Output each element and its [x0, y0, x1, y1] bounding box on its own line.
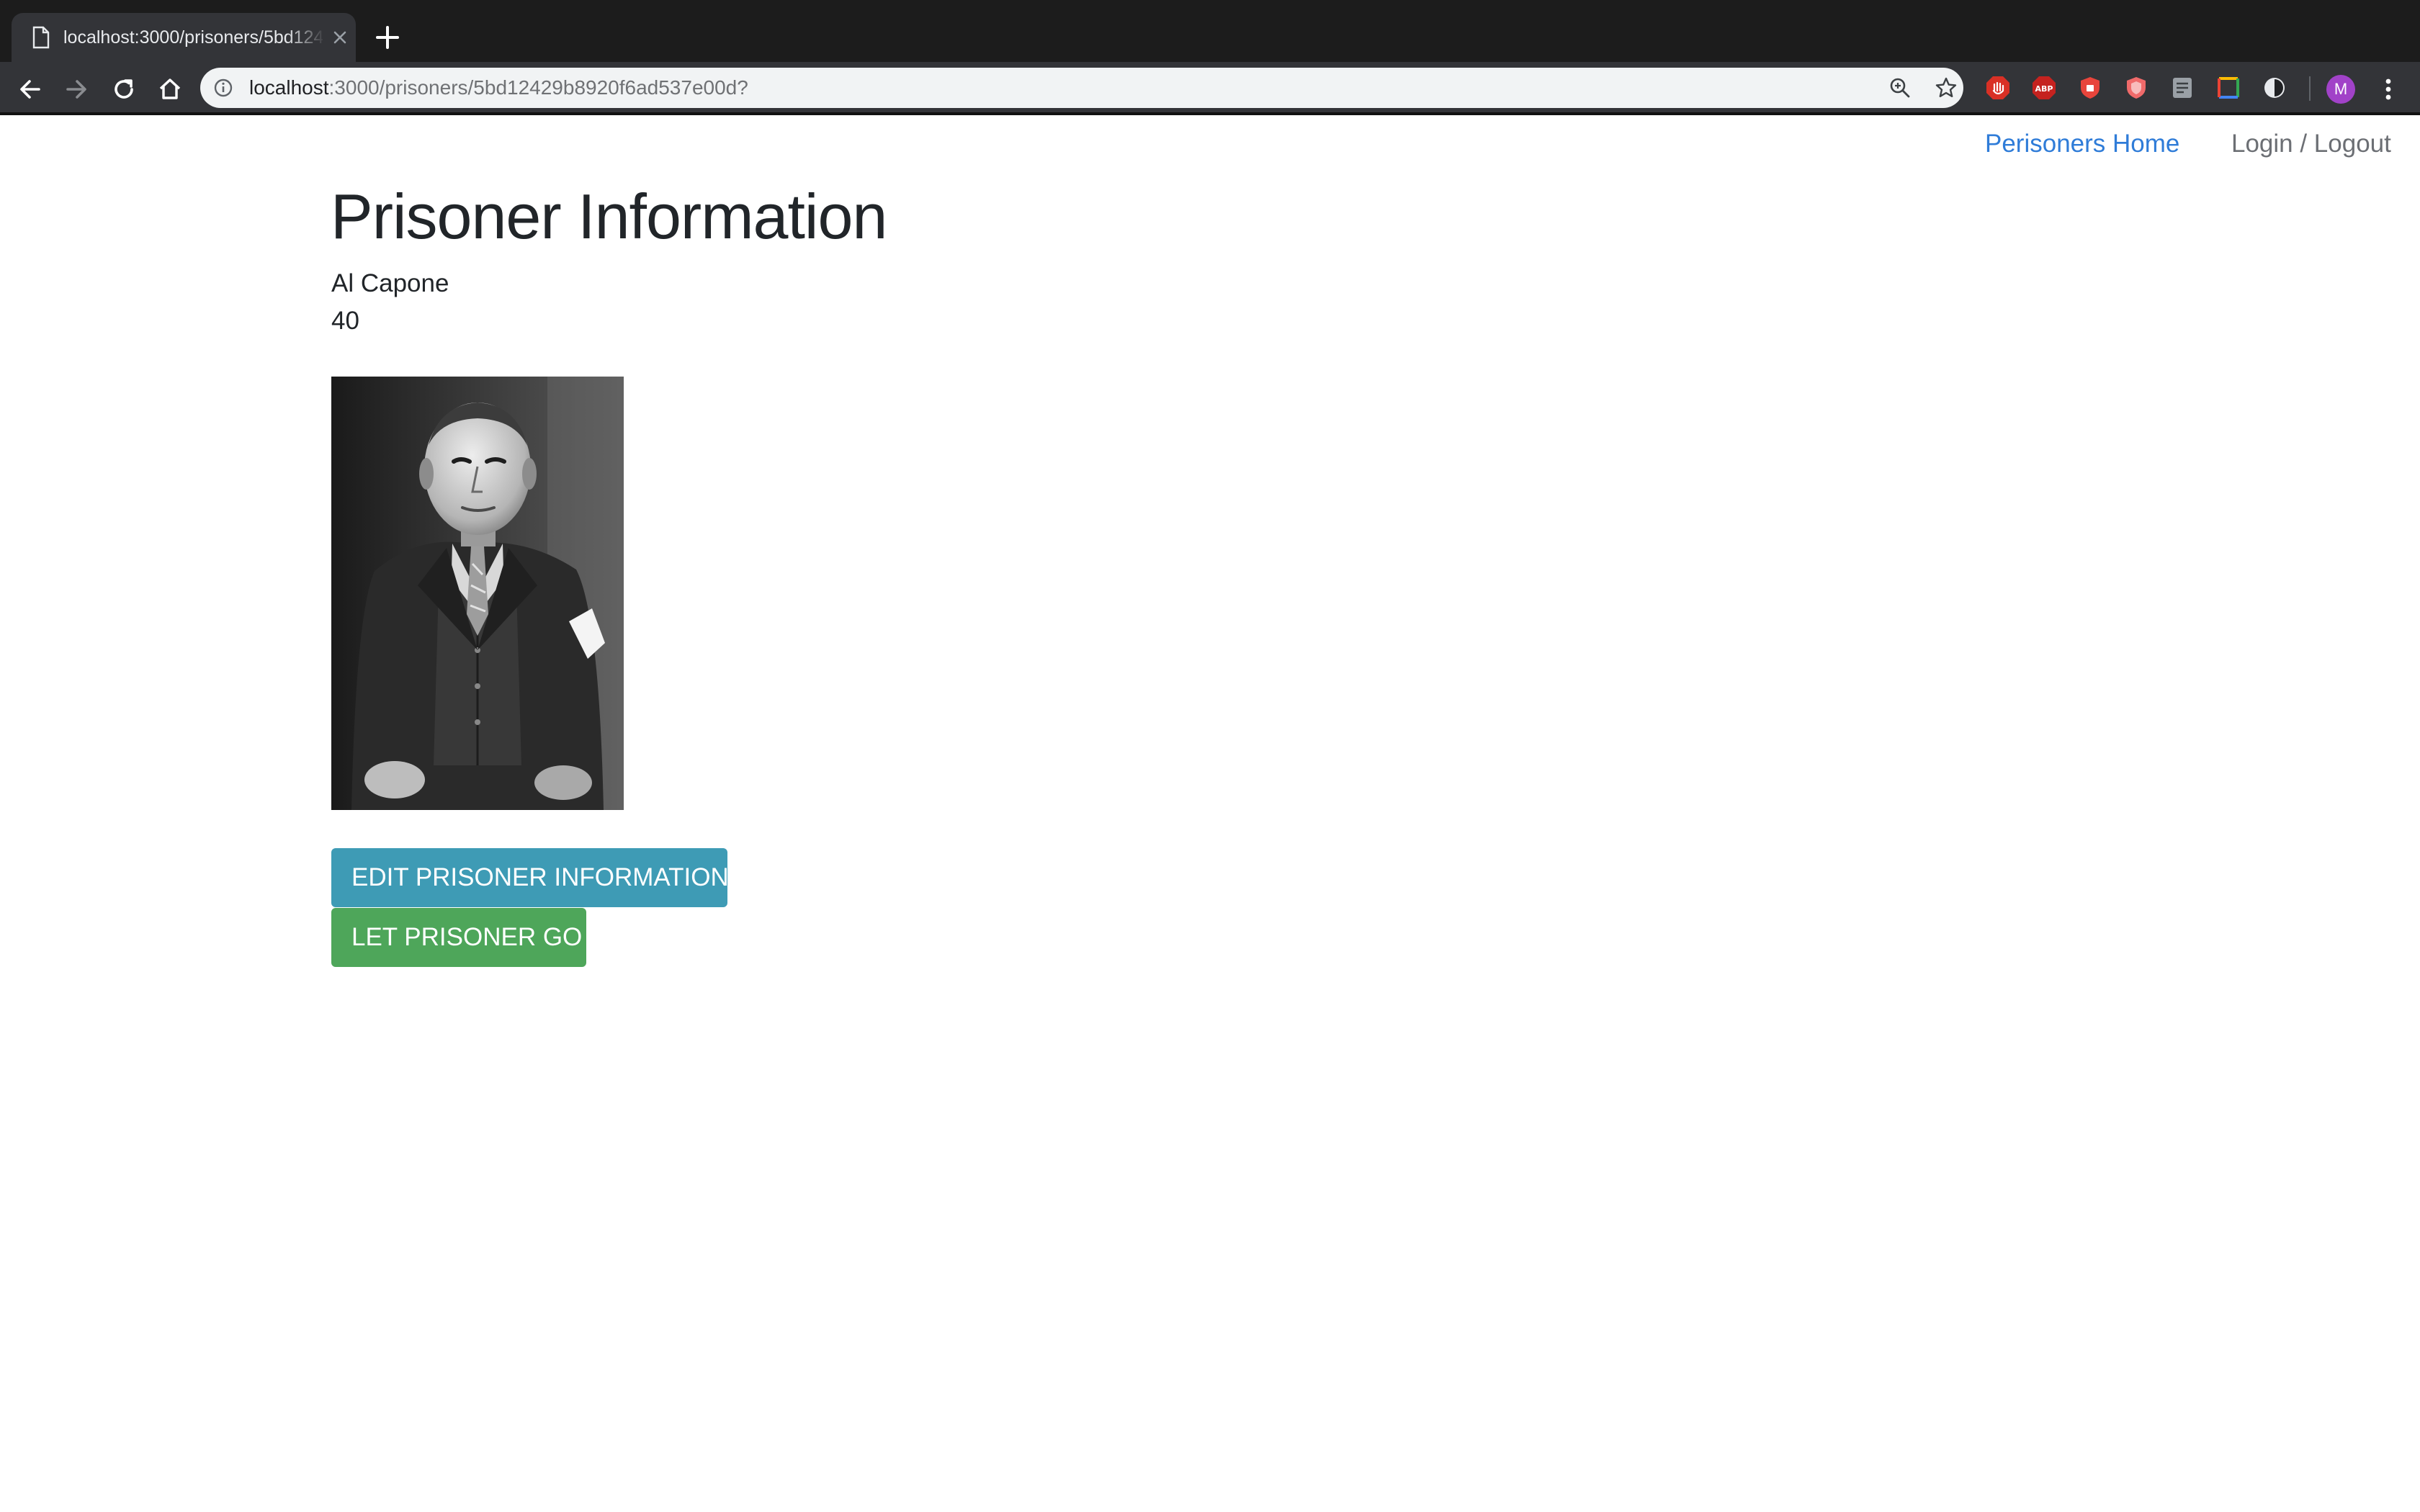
address-bar[interactable]: localhost:3000/prisoners/5bd12429b8920f6… — [200, 68, 1963, 108]
browser-toolbar: localhost:3000/prisoners/5bd12429b8920f6… — [0, 62, 2420, 115]
prisoner-photo — [331, 377, 624, 810]
dark-reader-icon[interactable] — [2262, 75, 2287, 101]
reload-icon[interactable] — [109, 75, 138, 104]
abp-icon[interactable]: ABP — [2031, 75, 2057, 101]
bookmark-star-icon[interactable] — [1935, 76, 1958, 99]
nav-home-link[interactable]: Perisoners Home — [1985, 130, 2179, 158]
adblock-icon[interactable] — [1985, 75, 2011, 101]
prisoner-name: Al Capone — [331, 269, 449, 297]
home-icon[interactable] — [156, 75, 184, 104]
more-vertical-icon[interactable] — [2378, 75, 2398, 104]
ublock-icon[interactable] — [2123, 75, 2149, 101]
url-text[interactable]: localhost:3000/prisoners/5bd12429b8920f6… — [249, 68, 748, 108]
tab-title-fade — [285, 13, 326, 62]
back-arrow-icon[interactable] — [16, 75, 45, 104]
new-tab-icon[interactable] — [373, 23, 402, 52]
edit-prisoner-button[interactable]: EDIT PRISONER INFORMATION — [331, 848, 729, 907]
page-title: Prisoner Information — [331, 181, 887, 252]
reader-icon[interactable] — [2169, 75, 2195, 101]
svg-text:ABP: ABP — [2035, 84, 2053, 94]
release-prisoner-button[interactable]: LET PRISONER GO — [331, 908, 586, 967]
privacy-badger-icon[interactable] — [2077, 75, 2103, 101]
profile-avatar[interactable]: M — [2326, 75, 2355, 104]
toolbar-separator — [2309, 76, 2311, 101]
info-icon[interactable] — [213, 78, 233, 98]
tab-title: localhost:3000/prisoners/5bd12429b8920f6… — [63, 27, 323, 48]
url-host: localhost — [249, 76, 329, 99]
forward-arrow-icon[interactable] — [62, 75, 91, 104]
browser-tab[interactable]: localhost:3000/prisoners/5bd12429b8920f6… — [12, 13, 356, 62]
browser-tabstrip: localhost:3000/prisoners/5bd12429b8920f6… — [0, 0, 2420, 62]
page-icon — [32, 26, 50, 49]
prisoner-portrait-drawing — [331, 377, 624, 810]
prisoner-age: 40 — [331, 307, 359, 335]
nav-login-logout-link[interactable]: Login / Logout — [2231, 130, 2391, 158]
close-icon[interactable] — [331, 29, 349, 46]
color-picker-icon[interactable] — [2215, 75, 2241, 101]
url-path: :3000/prisoners/5bd12429b8920f6ad537e00d… — [328, 76, 748, 99]
zoom-icon[interactable] — [1888, 76, 1912, 99]
